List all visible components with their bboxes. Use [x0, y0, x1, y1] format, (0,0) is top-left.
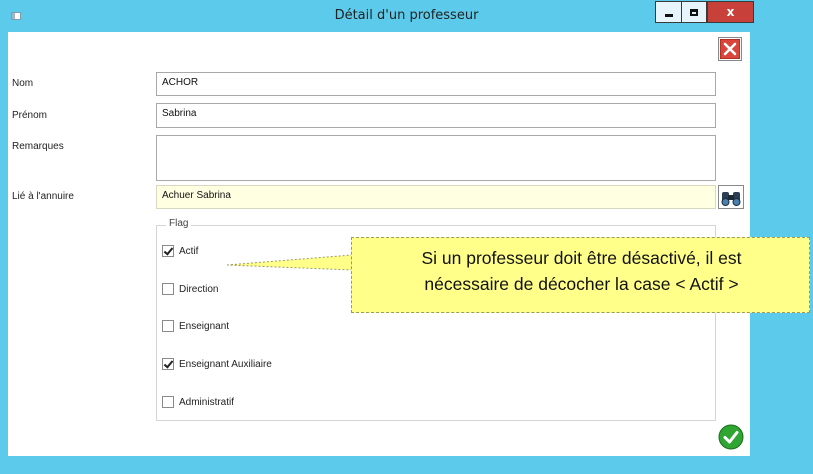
- window: Détail d'un professeur x Nom ACHOR Préno…: [0, 0, 813, 474]
- callout-line-1: Si un professeur doit être désactivé, il…: [421, 248, 742, 268]
- callout-line-2: nécessaire de décocher la case < Actif >: [424, 274, 739, 294]
- annotation-callout: Si un professeur doit être désactivé, il…: [351, 237, 810, 313]
- callout-text: Si un professeur doit être désactivé, il…: [352, 245, 811, 297]
